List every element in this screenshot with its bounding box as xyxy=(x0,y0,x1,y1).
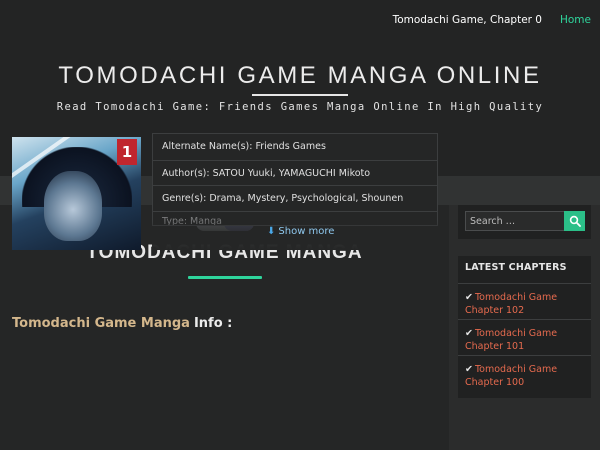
top-nav: Tomodachi Game, Chapter 0 Home xyxy=(393,14,591,26)
latest-chapters-widget: LATEST CHAPTERS ✔ Tomodachi Game Chapter … xyxy=(458,256,591,398)
cover-volume-badge: 1 xyxy=(117,139,137,165)
site-description: Read Tomodachi Game: Friends Games Manga… xyxy=(56,101,544,113)
show-more-label: Show more xyxy=(278,226,335,237)
checkmark-icon: ✔ xyxy=(465,292,473,303)
checkmark-icon: ✔ xyxy=(465,328,473,339)
cover-face-shape xyxy=(44,171,102,241)
info-row-alternate-name: Alternate Name(s): Friends Games xyxy=(162,141,326,152)
list-item: ✔ Tomodachi Game Chapter 102 xyxy=(458,283,591,319)
list-item: ✔ Tomodachi Game Chapter 100 xyxy=(458,355,591,391)
list-item: ✔ Tomodachi Game Chapter 101 xyxy=(458,319,591,355)
nav-chapter-link[interactable]: Tomodachi Game, Chapter 0 xyxy=(393,14,542,26)
show-more-link[interactable]: ⬇ Show more xyxy=(267,226,334,237)
chapter-link[interactable]: Tomodachi Game Chapter 102 xyxy=(465,292,557,316)
arrow-down-icon: ⬇ xyxy=(267,226,276,237)
info-heading-suffix: Info : xyxy=(193,316,233,331)
nav-home-link[interactable]: Home xyxy=(560,14,591,26)
site-title[interactable]: TOMODACHI GAME MANGA ONLINE xyxy=(0,62,600,90)
info-row-genres: Genre(s): Drama, Mystery, Psychological,… xyxy=(153,185,437,211)
search-icon xyxy=(569,215,581,227)
info-row-authors: Author(s): SATOU Yuuki, YAMAGUCHI Mikoto xyxy=(153,159,437,186)
checkmark-icon: ✔ xyxy=(465,364,473,375)
chapter-link[interactable]: Tomodachi Game Chapter 100 xyxy=(465,364,557,388)
page-title-underline xyxy=(188,276,262,279)
info-heading: Tomodachi Game Manga Info : xyxy=(12,316,232,331)
manga-cover-image: 1 xyxy=(12,137,141,250)
search-input[interactable] xyxy=(465,211,565,231)
title-divider xyxy=(252,94,348,96)
latest-chapters-title: LATEST CHAPTERS xyxy=(465,262,567,273)
info-table: Alternate Name(s): Friends Games Author(… xyxy=(152,133,438,226)
chapter-link[interactable]: Tomodachi Game Chapter 101 xyxy=(465,328,557,352)
search-button[interactable] xyxy=(564,211,585,231)
search-widget xyxy=(458,205,591,239)
latest-chapters-list: ✔ Tomodachi Game Chapter 102 ✔ Tomodachi G… xyxy=(458,283,591,391)
info-heading-manga-name: Tomodachi Game Manga xyxy=(12,316,190,331)
